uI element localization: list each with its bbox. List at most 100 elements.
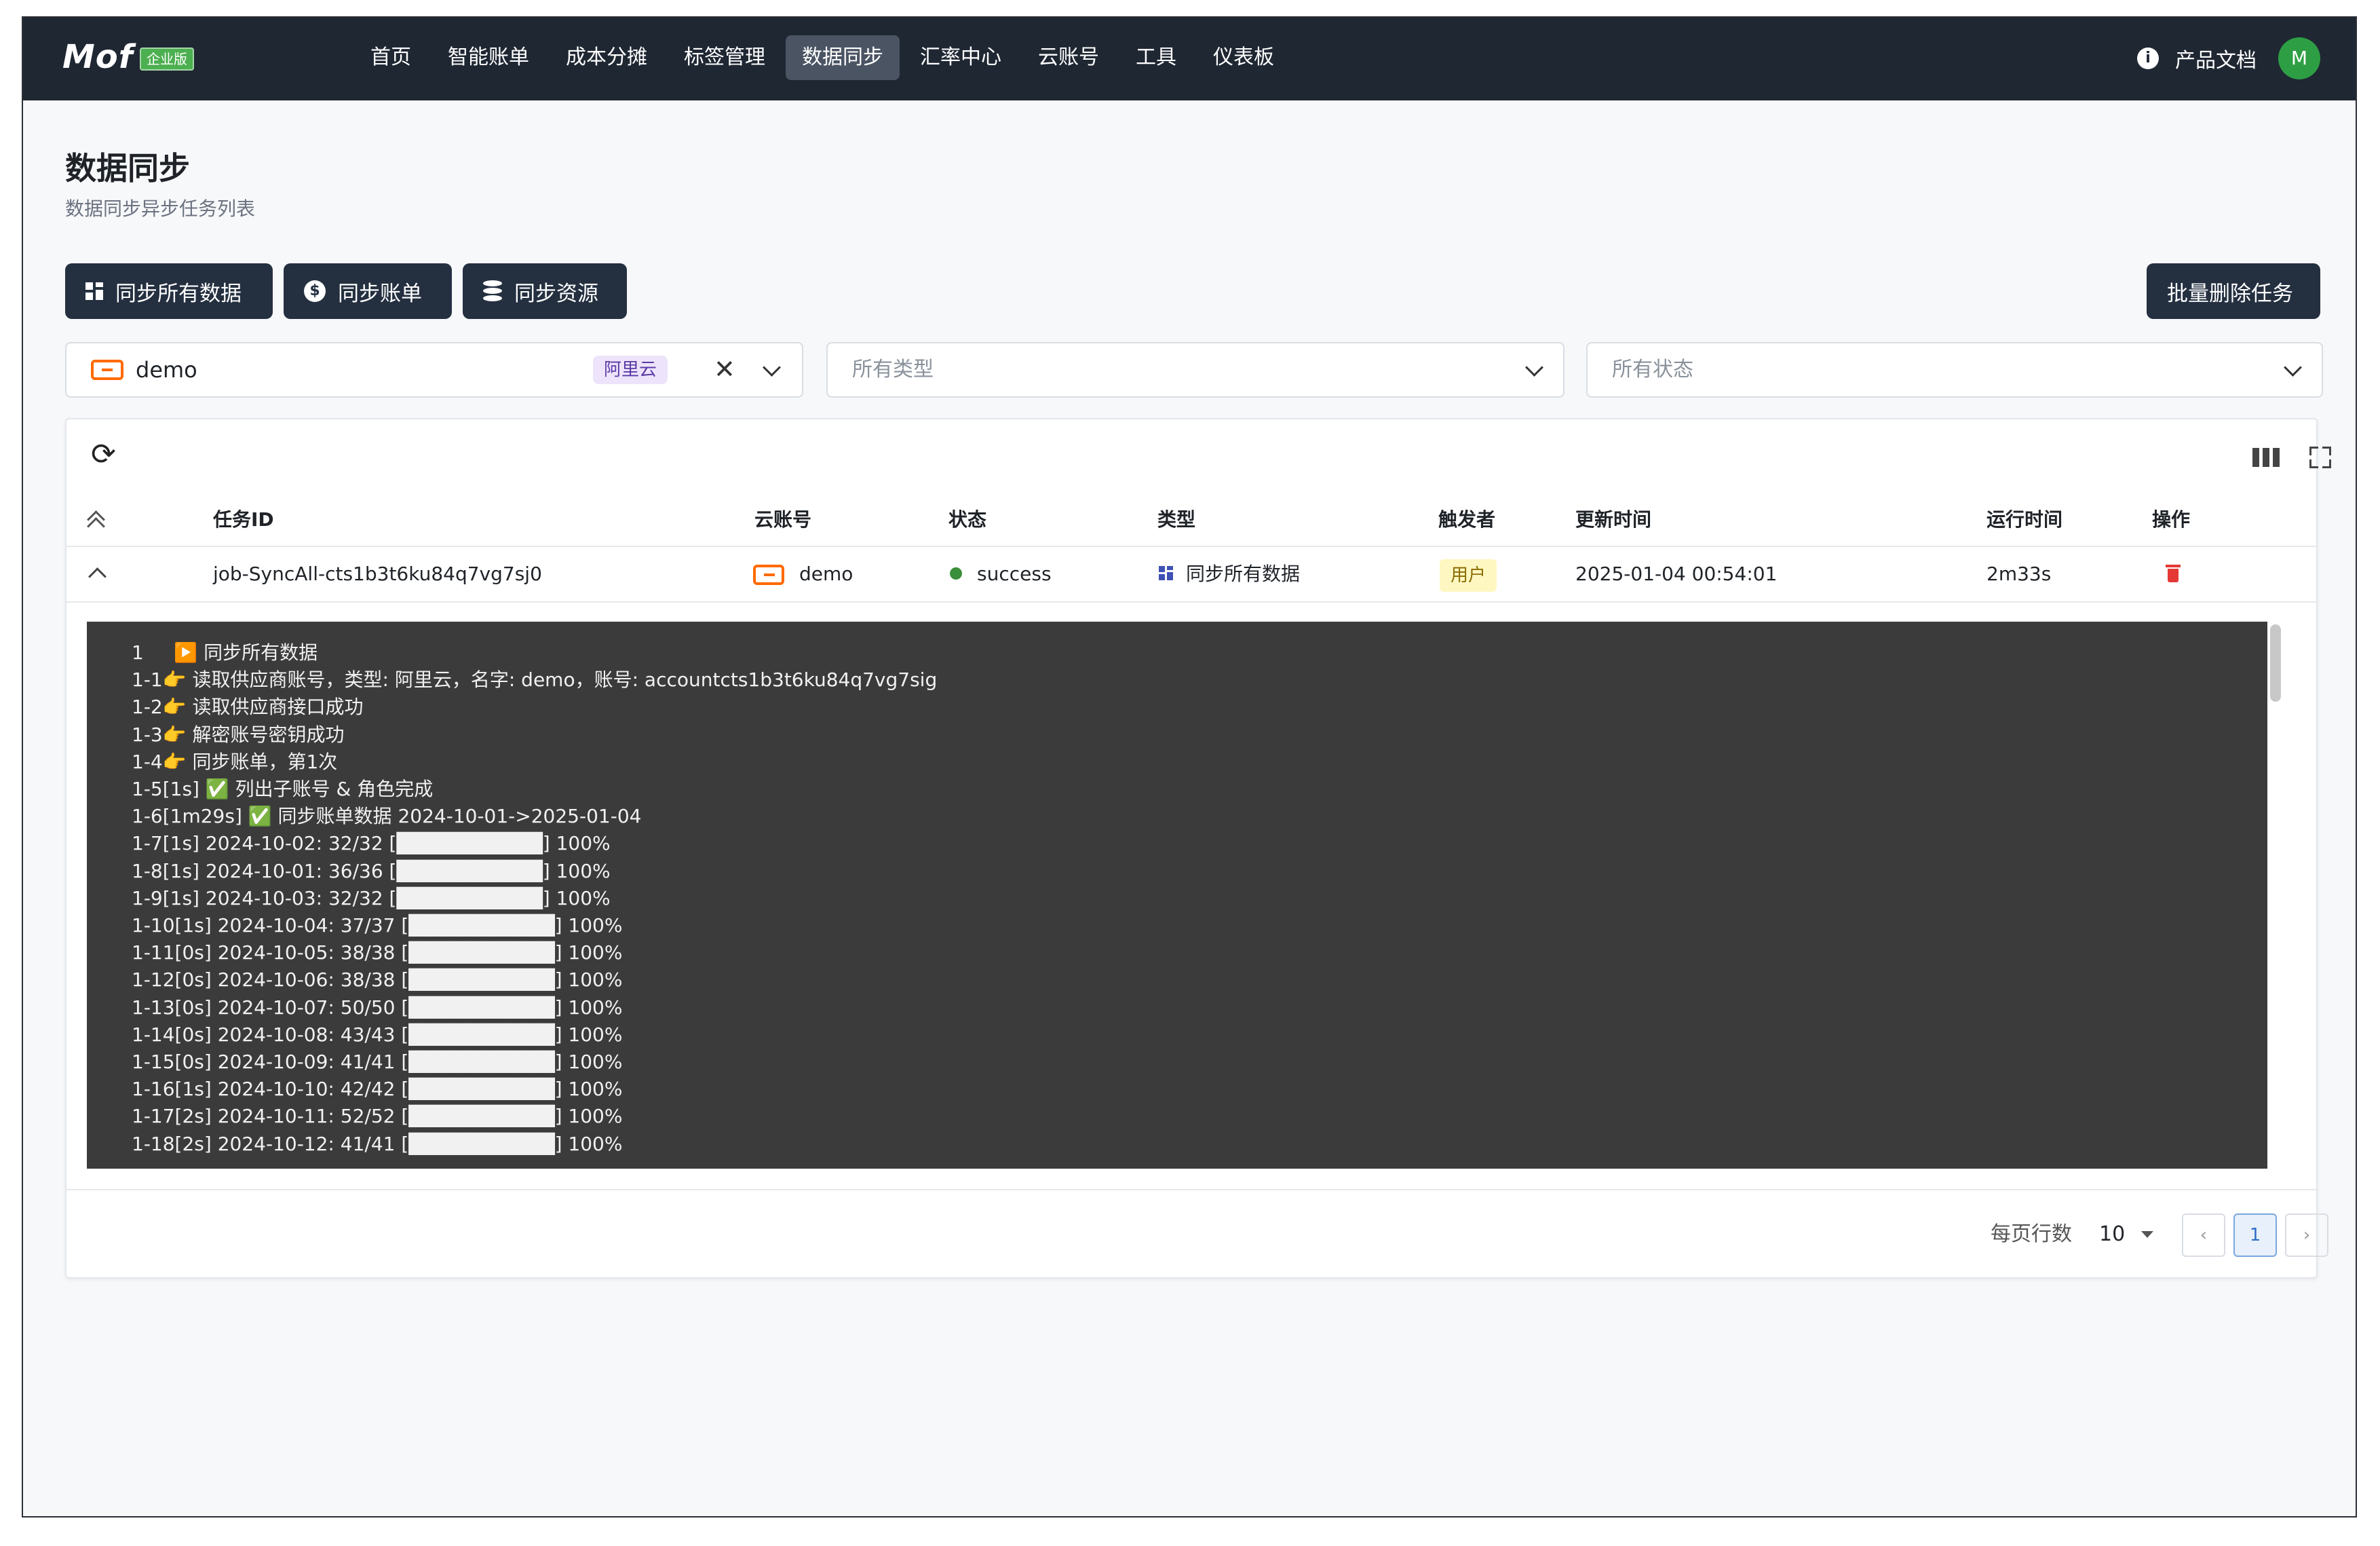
log-line: 1-12[0s] 2024-10-06: 38/38 [██████████] … bbox=[132, 968, 623, 992]
main-nav: 首页 智能账单 成本分摊 标签管理 数据同步 汇率中心 云账号 工具 仪表板 bbox=[354, 35, 1294, 80]
aliyun-icon bbox=[91, 360, 123, 380]
task-table-card: ⟳ 任务ID 云账号 状态 类型 触发者 更新时间 运行时间 操作 job-Sy… bbox=[65, 418, 2331, 1279]
provider-tag: 阿里云 bbox=[593, 356, 668, 384]
log-line: 1-14[0s] 2024-10-08: 43/43 [██████████] … bbox=[132, 1023, 623, 1046]
nav-item[interactable]: 仪表板 bbox=[1197, 35, 1290, 80]
rows-per-page-select[interactable]: 10 bbox=[2099, 1190, 2125, 1279]
nav-item[interactable]: 工具 bbox=[1119, 35, 1193, 80]
nav-item[interactable]: 标签管理 bbox=[668, 35, 782, 80]
status-filter-placeholder: 所有状态 bbox=[1612, 358, 1693, 381]
nav-item[interactable]: 数据同步 bbox=[786, 35, 900, 80]
nav-item[interactable]: 云账号 bbox=[1022, 35, 1115, 80]
app-window: Mof 企业版 首页 智能账单 成本分摊 标签管理 数据同步 汇率中心 云账号 工具 仪表板 i… bbox=[22, 16, 2357, 1517]
status-dot-icon bbox=[950, 567, 962, 580]
log-line: 1-18[2s] 2024-10-12: 41/41 [██████████] … bbox=[132, 1132, 623, 1155]
log-line: 1-8[1s] 2024-10-01: 36/36 [██████████] 1… bbox=[132, 859, 611, 882]
columns-icon[interactable] bbox=[2252, 448, 2280, 467]
log-line: 1-11[0s] 2024-10-05: 38/38 [██████████] … bbox=[132, 941, 623, 964]
log-line: 1-7[1s] 2024-10-02: 32/32 [██████████] 1… bbox=[132, 832, 611, 855]
chevron-down-icon[interactable] bbox=[1525, 358, 1543, 377]
sync-bill-button[interactable]: $ 同步账单 bbox=[284, 263, 452, 319]
account-filter[interactable]: demo 阿里云 ✕ bbox=[65, 342, 803, 398]
task-log-panel[interactable]: 1 ▶️ 同步所有数据 1-1👉 读取供应商账号，类型: 阿里云，名字: demo… bbox=[87, 622, 2284, 1169]
dashboard-icon bbox=[85, 282, 103, 300]
status-cell: success bbox=[950, 547, 1052, 601]
column-header-type[interactable]: 类型 bbox=[1157, 493, 1195, 547]
log-line: 1-9[1s] 2024-10-03: 32/32 [██████████] 1… bbox=[132, 886, 611, 909]
run-duration: 2m33s bbox=[1986, 563, 2052, 585]
log-line: 1-1👉 读取供应商账号，类型: 阿里云，名字: demo，账号: accoun… bbox=[132, 668, 938, 692]
nav-item[interactable]: 汇率中心 bbox=[904, 35, 1018, 80]
top-right-actions: i 产品文档 M bbox=[2137, 37, 2320, 80]
prev-page-button[interactable]: ‹ bbox=[2182, 1213, 2225, 1257]
page-button-current[interactable]: 1 bbox=[2233, 1213, 2277, 1257]
nav-item[interactable]: 首页 bbox=[354, 35, 427, 80]
column-header-status[interactable]: 状态 bbox=[948, 493, 986, 547]
log-output: 1 ▶️ 同步所有数据 1-1👉 读取供应商账号，类型: 阿里云，名字: demo… bbox=[132, 639, 937, 1158]
log-line: 1-4👉 同步账单，第1次 bbox=[132, 750, 338, 773]
clear-icon[interactable]: ✕ bbox=[714, 353, 735, 385]
app-logo[interactable]: Mof bbox=[62, 38, 134, 76]
batch-delete-label: 批量删除任务 bbox=[2167, 281, 2293, 306]
sync-resource-button[interactable]: 同步资源 bbox=[463, 263, 627, 319]
pagination: 每页行数 10 ‹ 1 › bbox=[66, 1189, 2328, 1279]
dollar-icon: $ bbox=[304, 280, 326, 302]
caret-down-icon[interactable] bbox=[2141, 1231, 2153, 1238]
sync-resource-label: 同步资源 bbox=[514, 281, 598, 306]
collapse-row-icon[interactable] bbox=[88, 567, 107, 586]
edition-badge: 企业版 bbox=[140, 48, 194, 71]
sync-bill-label: 同步账单 bbox=[338, 281, 422, 306]
status-filter[interactable]: 所有状态 bbox=[1586, 342, 2323, 398]
delete-icon[interactable] bbox=[2166, 563, 2181, 582]
log-line: 1-15[0s] 2024-10-09: 41/41 [██████████] … bbox=[132, 1051, 623, 1074]
trigger-badge: 用户 bbox=[1440, 559, 1497, 592]
collapse-all-icon[interactable] bbox=[87, 510, 105, 535]
log-line: 1-13[0s] 2024-10-07: 50/50 [██████████] … bbox=[132, 996, 623, 1019]
type-filter-placeholder: 所有类型 bbox=[852, 358, 934, 381]
task-id: job-SyncAll-cts1b3t6ku84q7vg7sj0 bbox=[213, 563, 542, 585]
log-line: 1-17[2s] 2024-10-11: 52/52 [██████████] … bbox=[132, 1105, 623, 1128]
log-line: 1-5[1s] ✅ 列出子账号 & 角色完成 bbox=[132, 778, 434, 801]
table-row[interactable]: job-SyncAll-cts1b3t6ku84q7vg7sj0 demo su… bbox=[66, 547, 2316, 603]
nav-item[interactable]: 智能账单 bbox=[431, 35, 545, 80]
log-line: 1-16[1s] 2024-10-10: 42/42 [██████████] … bbox=[132, 1078, 623, 1101]
account-filter-value: demo bbox=[136, 357, 197, 383]
product-docs-link[interactable]: 产品文档 bbox=[2175, 43, 2257, 73]
log-line: 1-10[1s] 2024-10-04: 37/37 [██████████] … bbox=[132, 914, 623, 937]
next-page-button[interactable]: › bbox=[2285, 1213, 2328, 1257]
type-cell: 同步所有数据 bbox=[1159, 547, 1300, 601]
chevron-down-icon[interactable] bbox=[763, 358, 781, 377]
log-scrollbar[interactable] bbox=[2267, 622, 2284, 1169]
column-header-duration[interactable]: 运行时间 bbox=[1986, 493, 2062, 547]
log-line: 1-2👉 读取供应商接口成功 bbox=[132, 696, 364, 719]
sync-all-label: 同步所有数据 bbox=[115, 281, 242, 306]
column-header-updated[interactable]: 更新时间 bbox=[1575, 493, 1651, 547]
info-icon[interactable]: i bbox=[2137, 48, 2159, 69]
scrollbar-thumb[interactable] bbox=[2270, 624, 2281, 702]
column-header-account[interactable]: 云账号 bbox=[754, 493, 811, 547]
nav-item[interactable]: 成本分摊 bbox=[550, 35, 664, 80]
aliyun-icon bbox=[753, 565, 784, 585]
sync-all-button[interactable]: 同步所有数据 bbox=[65, 263, 273, 319]
type-text: 同步所有数据 bbox=[1186, 563, 1301, 585]
database-icon bbox=[483, 280, 502, 302]
table-header: 任务ID 云账号 状态 类型 触发者 更新时间 运行时间 操作 bbox=[66, 493, 2316, 547]
fullscreen-icon[interactable] bbox=[2309, 447, 2331, 468]
type-filter[interactable]: 所有类型 bbox=[826, 342, 1565, 398]
column-header-actions: 操作 bbox=[2152, 508, 2191, 531]
rows-per-page-label: 每页行数 bbox=[1991, 1222, 2072, 1246]
batch-delete-button[interactable]: 批量删除任务 bbox=[2147, 263, 2320, 319]
avatar[interactable]: M bbox=[2278, 37, 2320, 79]
refresh-icon[interactable]: ⟳ bbox=[91, 440, 116, 470]
account-name: demo bbox=[799, 563, 853, 585]
log-line: 1-3👉 解密账号密钥成功 bbox=[132, 723, 345, 746]
top-navbar: Mof 企业版 首页 智能账单 成本分摊 标签管理 数据同步 汇率中心 云账号 工具 仪表板 i… bbox=[23, 18, 2356, 100]
log-line: 1-6[1m29s] ✅ 同步账单数据 2024-10-01->2025-01-… bbox=[132, 805, 642, 828]
column-header-task-id[interactable]: 任务ID bbox=[213, 493, 274, 547]
updated-time: 2025-01-04 00:54:01 bbox=[1575, 563, 1778, 585]
page-subtitle: 数据同步异步任务列表 bbox=[65, 197, 256, 220]
column-header-trigger[interactable]: 触发者 bbox=[1438, 493, 1495, 547]
page-title: 数据同步 bbox=[65, 150, 190, 187]
log-line: 1 ▶️ 同步所有数据 bbox=[132, 641, 318, 664]
chevron-down-icon[interactable] bbox=[2284, 358, 2302, 377]
